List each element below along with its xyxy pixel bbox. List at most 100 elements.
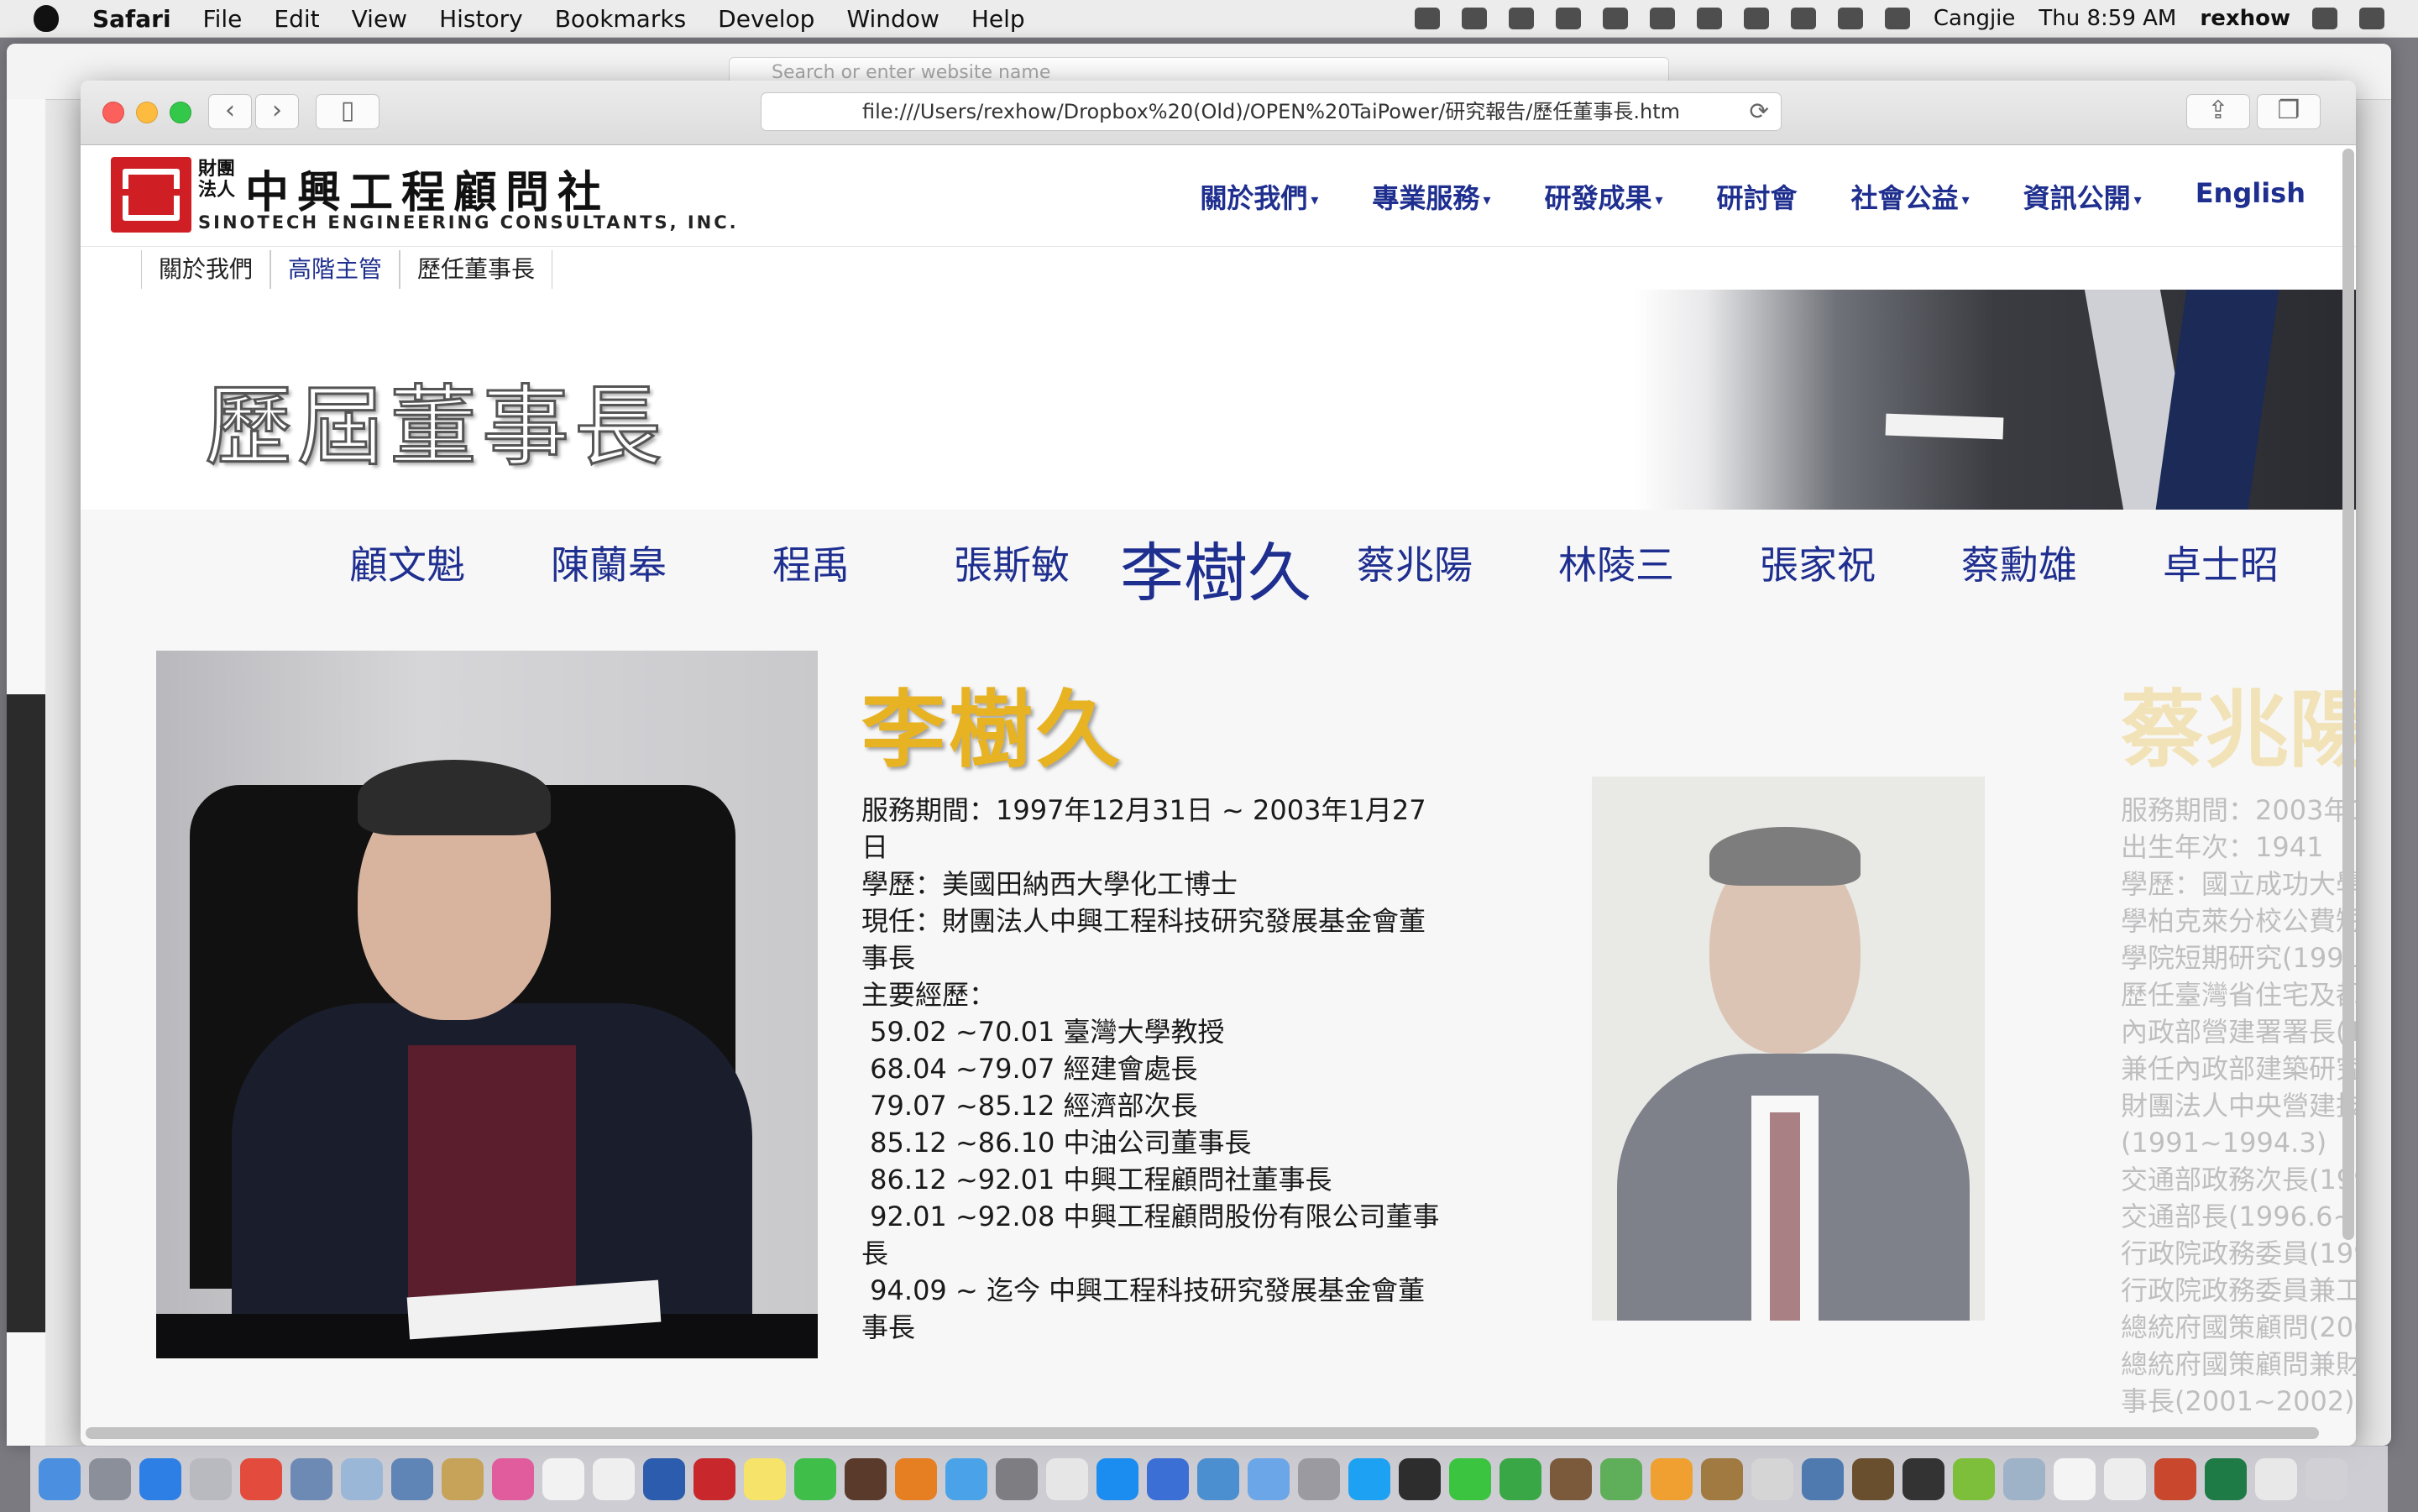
do-not-disturb-icon[interactable] xyxy=(1649,8,1675,29)
vertical-scrollbar[interactable] xyxy=(2342,149,2354,1240)
time-machine-icon[interactable] xyxy=(1696,8,1722,29)
settings-icon[interactable] xyxy=(2003,1458,2045,1500)
disk-utility-icon[interactable] xyxy=(1902,1458,1944,1500)
input-method-label[interactable]: Cangjie xyxy=(1934,6,2016,31)
menu-file[interactable]: File xyxy=(203,5,243,33)
powerpoint-icon[interactable] xyxy=(2154,1458,2196,1500)
tabs-overview-icon[interactable]: ❐ xyxy=(2257,94,2321,129)
contacts-icon[interactable] xyxy=(442,1458,484,1500)
itunes-icon[interactable] xyxy=(492,1458,534,1500)
input-method-icon[interactable] xyxy=(1884,8,1910,29)
ia-writer-icon[interactable] xyxy=(2054,1458,2096,1500)
utility-icon[interactable] xyxy=(1298,1458,1340,1500)
sinotech-logo-icon[interactable] xyxy=(111,157,191,233)
app-store-icon[interactable] xyxy=(1096,1458,1138,1500)
menu-user[interactable]: rexhow xyxy=(2200,6,2290,31)
tab-chairman-6[interactable]: 蔡兆陽 xyxy=(1357,535,1473,590)
tab-chairman-9[interactable]: 蔡勳雄 xyxy=(1961,535,2077,590)
preview-icon[interactable] xyxy=(290,1458,332,1500)
nav-seminar[interactable]: 研討會 xyxy=(1717,177,1798,216)
nav-services[interactable]: 專業服務 ▾ xyxy=(1372,177,1490,216)
numbers-icon[interactable] xyxy=(1600,1458,1642,1500)
document-icon[interactable] xyxy=(2104,1458,2146,1500)
photos-viewer-icon[interactable] xyxy=(341,1458,383,1500)
menu-history[interactable]: History xyxy=(439,5,523,33)
ibooks-icon[interactable] xyxy=(895,1458,937,1500)
menu-edit[interactable]: Edit xyxy=(274,5,319,33)
kindle-icon[interactable] xyxy=(1399,1458,1441,1500)
downloads-stack-icon[interactable] xyxy=(2255,1458,2297,1500)
image-capture-icon[interactable] xyxy=(391,1458,433,1500)
line-app-icon[interactable] xyxy=(1449,1458,1491,1500)
trash-icon[interactable] xyxy=(2305,1458,2347,1500)
breadcrumb-about[interactable]: 關於我們 xyxy=(141,250,271,289)
creative-cloud-icon[interactable] xyxy=(1602,8,1628,29)
excel-icon[interactable] xyxy=(2205,1458,2247,1500)
battery-icon[interactable] xyxy=(1837,8,1863,29)
menu-window[interactable]: Window xyxy=(846,5,939,33)
evernote-icon[interactable] xyxy=(1461,8,1487,29)
tab-chairman-1[interactable]: 顧文魁 xyxy=(349,535,465,590)
reload-icon[interactable]: ⟳ xyxy=(1750,93,1769,130)
tab-chairman-2[interactable]: 陳蘭皋 xyxy=(551,535,667,590)
logo-english-name[interactable]: SINOTECH ENGINEERING CONSULTANTS, INC. xyxy=(198,212,739,233)
nav-english[interactable]: English xyxy=(2196,177,2305,216)
breadcrumb-executives[interactable]: 高階主管 xyxy=(270,250,400,289)
skype-icon[interactable] xyxy=(1348,1458,1390,1500)
menu-clock[interactable]: Thu 8:59 AM xyxy=(2039,6,2176,31)
minimize-window-button[interactable] xyxy=(136,102,158,123)
tab-chairman-4[interactable]: 張斯敏 xyxy=(954,535,1070,590)
dropbox-icon[interactable] xyxy=(1555,8,1581,29)
menu-view[interactable]: View xyxy=(352,5,407,33)
reminders-icon[interactable] xyxy=(593,1458,635,1500)
apple-icon[interactable] xyxy=(34,5,59,32)
messages-icon[interactable] xyxy=(794,1458,836,1500)
calendar-icon[interactable] xyxy=(542,1458,584,1500)
tab-chairman-3[interactable]: 程禹 xyxy=(772,535,850,590)
notes-icon[interactable] xyxy=(744,1458,786,1500)
forward-button[interactable]: › xyxy=(255,94,299,129)
sidebar-toggle-icon[interactable]: ▯ xyxy=(316,94,379,129)
tab-chairman-10[interactable]: 卓士昭 xyxy=(2163,535,2279,590)
keynote-icon[interactable] xyxy=(190,1458,232,1500)
tab-chairman-7[interactable]: 林陵三 xyxy=(1558,535,1674,590)
volume-icon[interactable] xyxy=(1743,8,1769,29)
pages-icon[interactable] xyxy=(1751,1458,1793,1500)
chat-icon[interactable] xyxy=(945,1458,987,1500)
next-chairman-name[interactable]: 蔡兆陽 xyxy=(2121,662,2356,783)
books-icon[interactable] xyxy=(693,1458,735,1500)
tab-chairman-5-active[interactable]: 李樹久 xyxy=(1120,521,1311,614)
menu-help[interactable]: Help xyxy=(971,5,1025,33)
spotlight-icon[interactable] xyxy=(2312,8,2337,29)
nav-social-welfare[interactable]: 社會公益 ▾ xyxy=(1851,177,1970,216)
textedit-icon[interactable] xyxy=(1046,1458,1088,1500)
library-icon[interactable] xyxy=(1550,1458,1592,1500)
close-window-button[interactable] xyxy=(102,102,124,123)
sketch-icon[interactable] xyxy=(1802,1458,1844,1500)
menu-bookmarks[interactable]: Bookmarks xyxy=(555,5,686,33)
instruments-icon[interactable] xyxy=(1701,1458,1743,1500)
safari-icon[interactable] xyxy=(139,1458,181,1500)
mail-icon[interactable] xyxy=(1147,1458,1189,1500)
zoom-window-button[interactable] xyxy=(170,102,191,123)
next-chairman-portrait[interactable] xyxy=(1592,777,1985,1321)
status-icon[interactable] xyxy=(1414,8,1440,29)
launchpad-icon[interactable] xyxy=(89,1458,131,1500)
system-preferences-icon[interactable] xyxy=(996,1458,1038,1500)
nav-information[interactable]: 資訊公開 ▾ xyxy=(2023,177,2142,216)
menu-develop[interactable]: Develop xyxy=(718,5,814,33)
address-bar[interactable]: file:///Users/rexhow/Dropbox%20(Old)/OPE… xyxy=(761,92,1782,131)
notification-center-icon[interactable] xyxy=(2359,8,2384,29)
messenger-icon[interactable] xyxy=(1248,1458,1290,1500)
ccleaner-icon[interactable] xyxy=(1197,1458,1239,1500)
menu-app-name[interactable]: Safari xyxy=(92,5,171,33)
url-text[interactable]: file:///Users/rexhow/Dropbox%20(Old)/OPE… xyxy=(862,100,1680,123)
nav-research[interactable]: 研發成果 ▾ xyxy=(1544,177,1662,216)
share-icon[interactable]: ⇪ xyxy=(2186,94,2250,129)
horizontal-scrollbar[interactable] xyxy=(86,1427,2319,1439)
minecraft-icon[interactable] xyxy=(1852,1458,1894,1500)
photos-icon[interactable] xyxy=(1651,1458,1693,1500)
leaf-icon[interactable] xyxy=(1953,1458,1995,1500)
back-button[interactable]: ‹ xyxy=(208,94,252,129)
photo-booth-icon[interactable] xyxy=(845,1458,887,1500)
